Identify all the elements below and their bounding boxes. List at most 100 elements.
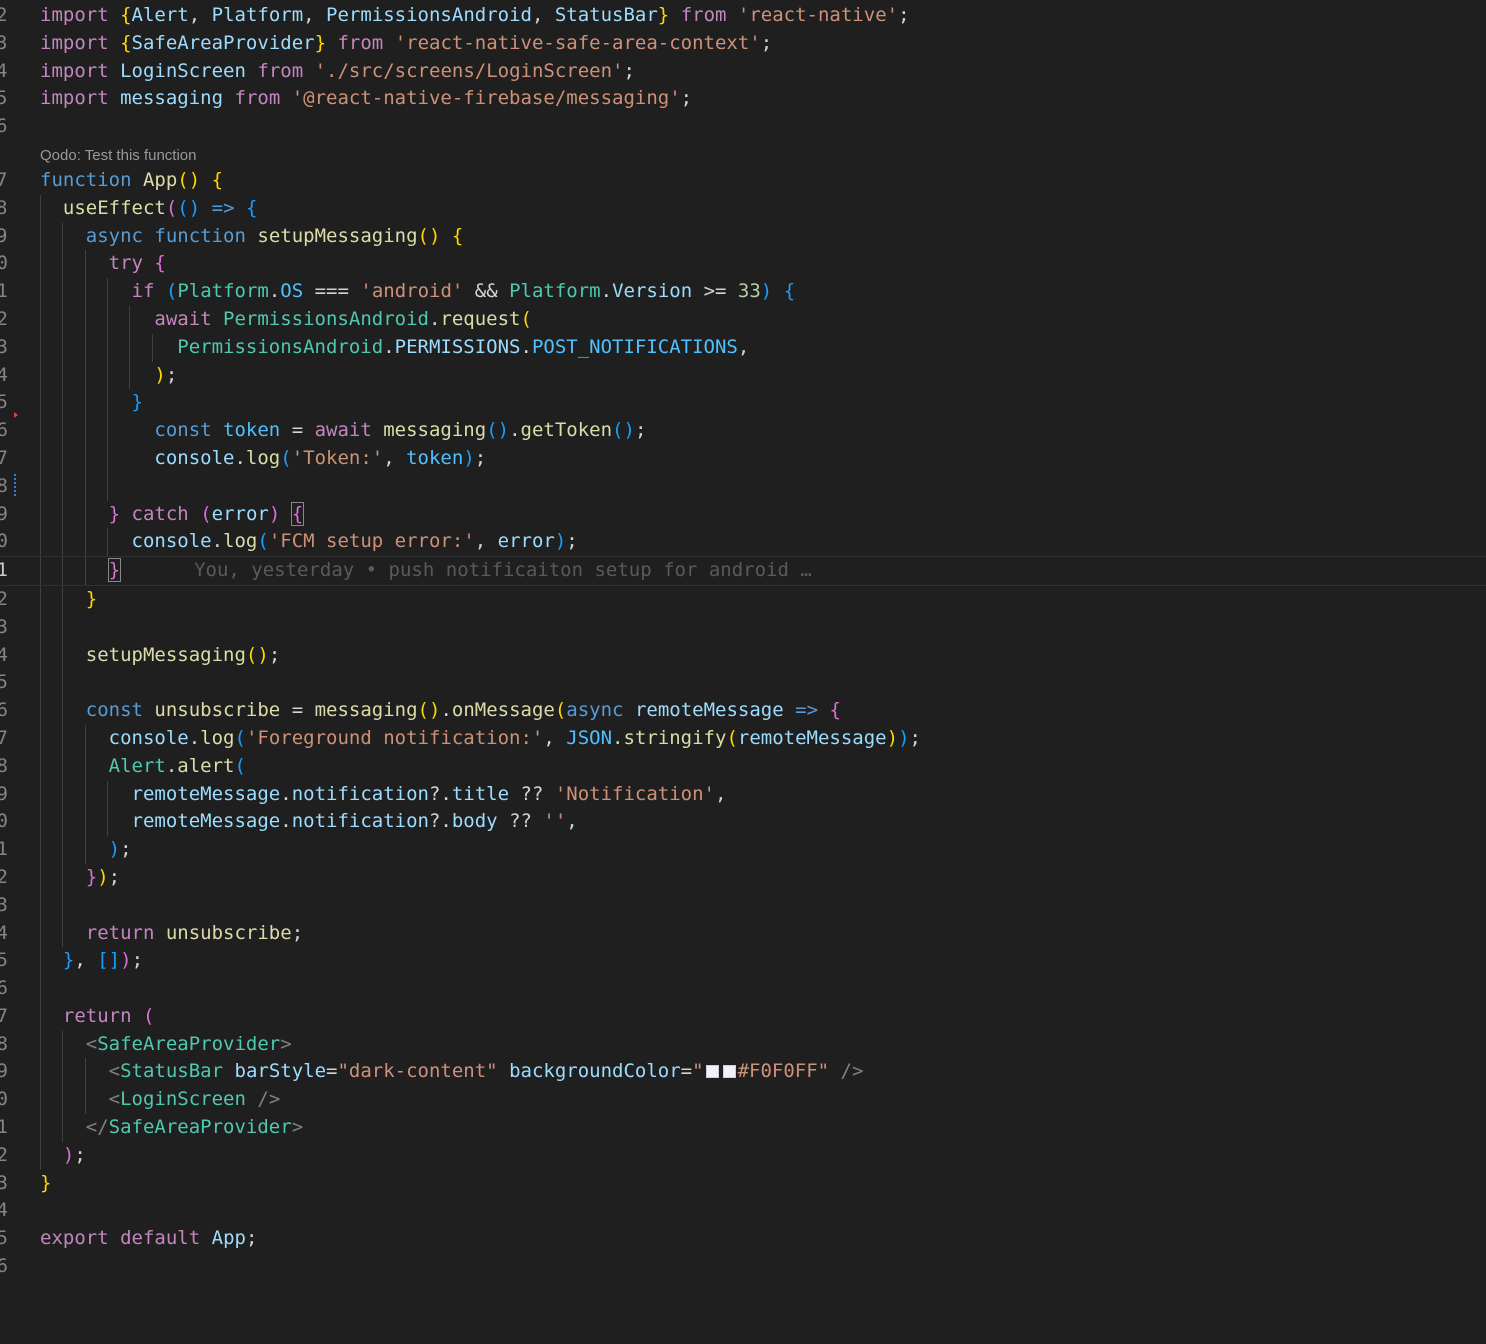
code-line[interactable]: 30 remoteMessage.notification?.body ?? '…	[0, 808, 1486, 837]
code-line[interactable]: 36	[0, 975, 1486, 1003]
code-token: (	[165, 280, 178, 303]
code-line[interactable]: 46	[0, 1253, 1486, 1281]
code-line[interactable]: 19 } catch (error) {	[0, 500, 1486, 529]
code-token: messaging	[314, 699, 418, 722]
code-token: )	[886, 726, 899, 749]
code-line[interactable]: 3 import {SafeAreaProvider} from 'react-n…	[0, 30, 1486, 58]
code-line[interactable]: 25	[0, 669, 1486, 698]
code-line[interactable]: 35 }, []);	[0, 947, 1486, 976]
code-text: await PermissionsAndroid.request(	[40, 306, 532, 334]
code-text: Alert.alert(	[40, 753, 246, 781]
color-swatch-icon[interactable]	[722, 1065, 736, 1079]
code-token: import	[40, 4, 109, 26]
code-line[interactable]: 41 </SafeAreaProvider>	[0, 1114, 1486, 1142]
code-token: PermissionsAndroid	[326, 4, 532, 26]
code-line[interactable]: 14 );	[0, 361, 1486, 390]
color-swatch-icon[interactable]	[705, 1065, 719, 1079]
code-token: request	[440, 307, 521, 330]
code-line[interactable]: 10 try {	[0, 250, 1486, 279]
code-line[interactable]: 38 <SafeAreaProvider>	[0, 1030, 1486, 1059]
code-token: ;	[108, 865, 121, 888]
code-token: messaging	[383, 419, 487, 442]
code-line[interactable]: 24 setupMessaging();	[0, 641, 1486, 670]
code-line[interactable]: 23	[0, 613, 1486, 642]
code-line[interactable]: 11 if (Platform.OS === 'android' && Plat…	[0, 278, 1486, 306]
code-line[interactable]: 9 async function setupMessaging() {	[0, 222, 1486, 251]
code-token: async	[85, 224, 143, 247]
code-line[interactable]: 45 export default App;	[0, 1225, 1486, 1253]
codelens-test-function[interactable]: Qodo: Test this function	[0, 141, 1486, 167]
code-token: Version	[612, 280, 693, 303]
code-token: useEffect	[62, 196, 166, 219]
code-line[interactable]: 20 console.log('FCM setup error:', error…	[0, 528, 1486, 557]
code-line[interactable]: 28 Alert.alert(	[0, 752, 1486, 781]
code-line[interactable]: 16 const token = await messaging().getTo…	[0, 417, 1486, 445]
line-number: 41	[0, 1116, 8, 1139]
code-token: 'Foreground notification:'	[245, 726, 544, 749]
code-token: .	[520, 335, 532, 358]
code-token: alert	[177, 754, 235, 777]
code-token: {	[783, 280, 796, 303]
code-line[interactable]: 6	[0, 113, 1486, 141]
code-line[interactable]: 37 return (	[0, 1002, 1486, 1031]
code-line[interactable]: 21 } You, yesterday • push notificaiton s…	[0, 556, 1486, 586]
code-token: 'Token:'	[291, 446, 384, 469]
code-line[interactable]: 12 await PermissionsAndroid.request(	[0, 305, 1486, 334]
code-line[interactable]: 29 remoteMessage.notification?.title ?? …	[0, 780, 1486, 809]
code-line[interactable]: 22 }	[0, 585, 1486, 614]
code-token: =	[280, 699, 315, 722]
code-line[interactable]: 7 function App() {	[0, 167, 1486, 195]
code-token: PERMISSIONS	[394, 335, 521, 358]
code-line[interactable]: 33	[0, 891, 1486, 920]
code-line[interactable]: 13 PermissionsAndroid.PERMISSIONS.POST_N…	[0, 333, 1486, 362]
code-line[interactable]: 26 const unsubscribe = messaging().onMes…	[0, 697, 1486, 725]
code-token: console	[154, 446, 235, 469]
code-editor[interactable]: 2 import {Alert, Platform, PermissionsAnd…	[0, 2, 1486, 1281]
code-token: ''	[543, 810, 567, 833]
code-line[interactable]: 39 <StatusBar barStyle="dark-content" ba…	[0, 1058, 1486, 1087]
gutter-deleted-marker	[14, 412, 18, 418]
code-token: title	[451, 782, 510, 805]
code-token: .	[165, 754, 178, 777]
code-token: #F0F0FF"	[737, 1060, 830, 1083]
code-text: }, []);	[40, 947, 143, 975]
code-token: .	[440, 699, 452, 722]
code-line[interactable]: 40 <LoginScreen />	[0, 1086, 1486, 1115]
code-token: }	[131, 391, 143, 414]
code-token: }	[85, 587, 98, 610]
code-line[interactable]: 4 import LoginScreen from './src/screens/…	[0, 58, 1486, 86]
indent-guide	[62, 472, 64, 501]
code-text: }	[40, 1170, 51, 1198]
code-token: ,	[531, 4, 555, 26]
code-line[interactable]: 44	[0, 1197, 1486, 1225]
code-line[interactable]: 18	[0, 472, 1486, 501]
code-line[interactable]: 27 console.log('Foreground notification:…	[0, 724, 1486, 753]
indent-guide	[40, 472, 41, 501]
code-token: }	[108, 502, 121, 525]
code-text: <StatusBar barStyle="dark-content" backg…	[40, 1058, 864, 1086]
code-line[interactable]: 42 );	[0, 1141, 1486, 1170]
code-line[interactable]: 34 return unsubscribe;	[0, 919, 1486, 948]
code-token: unsubscribe	[154, 699, 281, 722]
line-number: 21	[0, 559, 8, 582]
code-line[interactable]: 32 });	[0, 863, 1486, 892]
line-number: 12	[0, 307, 8, 330]
code-line[interactable]: 31 );	[0, 836, 1486, 864]
code-token: ,	[737, 335, 750, 358]
line-number: 11	[0, 280, 8, 303]
code-token: ;	[120, 838, 132, 861]
code-line[interactable]: 5 import messaging from '@react-native-fi…	[0, 85, 1486, 113]
code-line[interactable]: 2 import {Alert, Platform, PermissionsAnd…	[0, 2, 1486, 30]
indent-guide	[62, 613, 64, 642]
code-line[interactable]: 8 useEffect(() => {	[0, 194, 1486, 223]
code-line[interactable]: 17 console.log('Token:', token);	[0, 444, 1486, 473]
code-line[interactable]: 15 }	[0, 389, 1486, 418]
code-token: try	[108, 252, 143, 275]
code-line[interactable]: 43}	[0, 1170, 1486, 1198]
code-token: <	[108, 1060, 121, 1083]
